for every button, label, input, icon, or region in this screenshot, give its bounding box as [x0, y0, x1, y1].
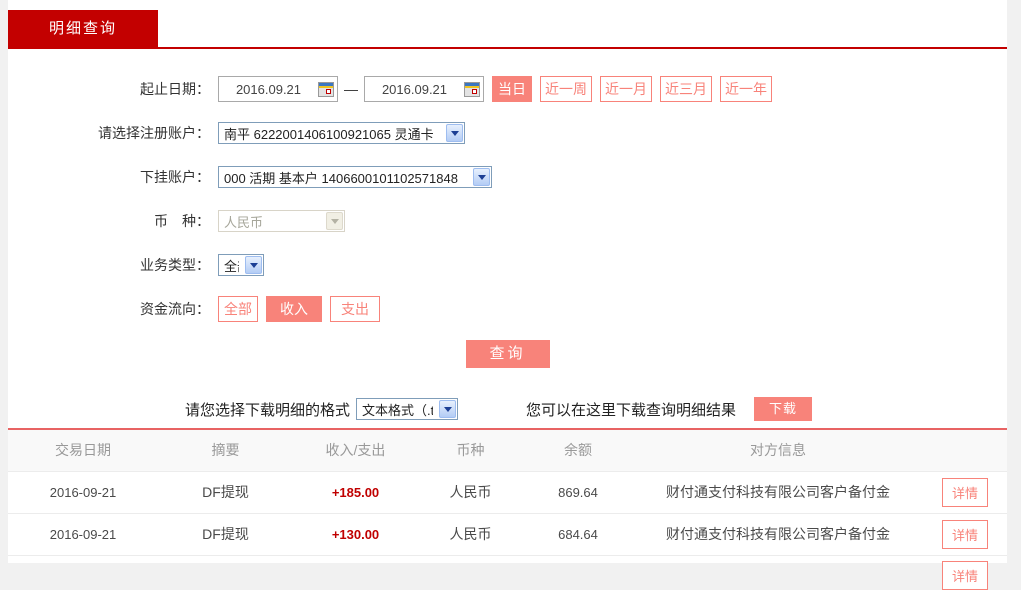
fund-flow-expense-button[interactable]: 支出 [330, 296, 380, 322]
business-type-value: 全部 [224, 258, 239, 274]
fund-flow-income-button[interactable]: 收入 [266, 296, 322, 322]
sub-account-label: 下挂账户： [140, 169, 210, 185]
date-range-row: 起止日期： 2016.09.21 — 2016.09.21 当日 近一周 近一月… [8, 76, 1007, 102]
currency-value: 人民币 [224, 214, 264, 230]
quick-range-month-button[interactable]: 近一月 [600, 76, 652, 102]
table-row: 2016-09-21 DF提现 +130.00 人民币 684.64 财付通支付… [8, 512, 1007, 555]
transactions-table: 交易日期 摘要 收入/支出 币种 余额 对方信息 2016-09-21 DF提现… [8, 428, 1007, 590]
download-button[interactable]: 下载 [754, 397, 813, 421]
cell-trade-date: 2016-09-21 [8, 470, 158, 513]
sub-account-select[interactable]: 000 活期 基本户 1406600101102571848 [218, 166, 492, 188]
register-account-select[interactable]: 南平 6222001406100921065 灵通卡 [218, 122, 465, 144]
download-format-select[interactable]: 文本格式（.txt） [356, 398, 459, 420]
quick-range-week-button[interactable]: 近一周 [540, 76, 592, 102]
calendar-icon[interactable] [464, 81, 480, 97]
content-panel: 明细查询 起止日期： 2016.09.21 — 2016.09.21 当日 近一… [8, 0, 1007, 590]
download-row: 请您选择下载明细的格式 文本格式（.txt） 您可以在这里下载查询明细结果 下载 [8, 397, 1007, 421]
register-account-label: 请选择注册账户： [98, 125, 210, 141]
business-type-label: 业务类型： [140, 257, 210, 273]
quick-range-3months-button[interactable]: 近三月 [660, 76, 712, 102]
header-income-expense: 收入/支出 [325, 442, 386, 459]
download-hint: 您可以在这里下载查询明细结果 [526, 401, 737, 419]
header-trade-date: 交易日期 [55, 442, 111, 459]
fund-flow-row: 资金流向： 全部 收入 支出 [8, 296, 1007, 322]
currency-label: 币 种： [154, 213, 210, 229]
header-counterparty: 对方信息 [750, 442, 806, 459]
chevron-down-icon [439, 400, 457, 418]
sub-account-value: 000 活期 基本户 1406600101102571848 [224, 170, 458, 186]
query-button[interactable]: 查询 [465, 340, 550, 368]
calendar-icon[interactable] [318, 81, 334, 97]
date-separator: — [344, 81, 358, 97]
cell-counterparty: 财付通支付科技有限公司客户备付金 [633, 470, 923, 513]
cell-trade-date: 2016-09-21 [8, 512, 158, 555]
start-date-input[interactable]: 2016.09.21 [218, 76, 338, 102]
register-account-value: 南平 6222001406100921065 灵通卡 [224, 126, 434, 142]
business-type-row: 业务类型： 全部 [8, 252, 1007, 278]
cell-balance: 684.64 [523, 512, 633, 555]
table-header-row: 交易日期 摘要 收入/支出 币种 余额 对方信息 [8, 429, 1007, 471]
date-range-label: 起止日期： [140, 81, 210, 97]
currency-select: 人民币 [218, 210, 345, 232]
tab-detail-query[interactable]: 明细查询 [8, 10, 158, 47]
cell-amount: +130.00 [293, 512, 418, 555]
download-format-value: 文本格式（.txt） [362, 402, 434, 418]
fund-flow-label: 资金流向： [140, 301, 210, 317]
chevron-down-icon [446, 124, 463, 142]
chevron-down-icon [473, 168, 490, 186]
cell-currency: 人民币 [418, 470, 523, 513]
table-row: 2016-09-21 DF提现 +185.00 人民币 869.64 财付通支付… [8, 470, 1007, 513]
register-account-row: 请选择注册账户： 南平 6222001406100921065 灵通卡 [8, 120, 1007, 146]
chevron-down-icon [245, 256, 262, 274]
table-row-partial: 详情 [8, 554, 1007, 590]
query-form: 起止日期： 2016.09.21 — 2016.09.21 当日 近一周 近一月… [8, 49, 1007, 368]
header-currency: 币种 [456, 442, 485, 459]
detail-button[interactable]: 详情 [941, 519, 988, 549]
cell-amount: +185.00 [293, 470, 418, 513]
currency-row: 币 种： 人民币 [8, 208, 1007, 234]
quick-range-year-button[interactable]: 近一年 [720, 76, 772, 102]
quick-range-today-button[interactable]: 当日 [492, 76, 532, 102]
cell-summary: DF提现 [158, 512, 293, 555]
end-date-value: 2016.09.21 [381, 81, 448, 97]
business-type-select[interactable]: 全部 [218, 254, 264, 276]
header-summary: 摘要 [211, 442, 240, 459]
start-date-value: 2016.09.21 [235, 81, 302, 97]
fund-flow-all-button[interactable]: 全部 [218, 296, 258, 322]
download-format-label: 请您选择下载明细的格式 [185, 401, 351, 419]
cell-counterparty: 财付通支付科技有限公司客户备付金 [633, 512, 923, 555]
detail-button[interactable]: 详情 [941, 477, 988, 507]
cell-summary: DF提现 [158, 470, 293, 513]
sub-account-row: 下挂账户： 000 活期 基本户 1406600101102571848 [8, 164, 1007, 190]
header-actions [923, 429, 1007, 471]
cell-currency: 人民币 [418, 512, 523, 555]
chevron-down-icon [326, 212, 343, 230]
end-date-input[interactable]: 2016.09.21 [364, 76, 484, 102]
detail-button[interactable]: 详情 [941, 560, 988, 590]
cell-balance: 869.64 [523, 470, 633, 513]
header-balance: 余额 [564, 442, 592, 459]
